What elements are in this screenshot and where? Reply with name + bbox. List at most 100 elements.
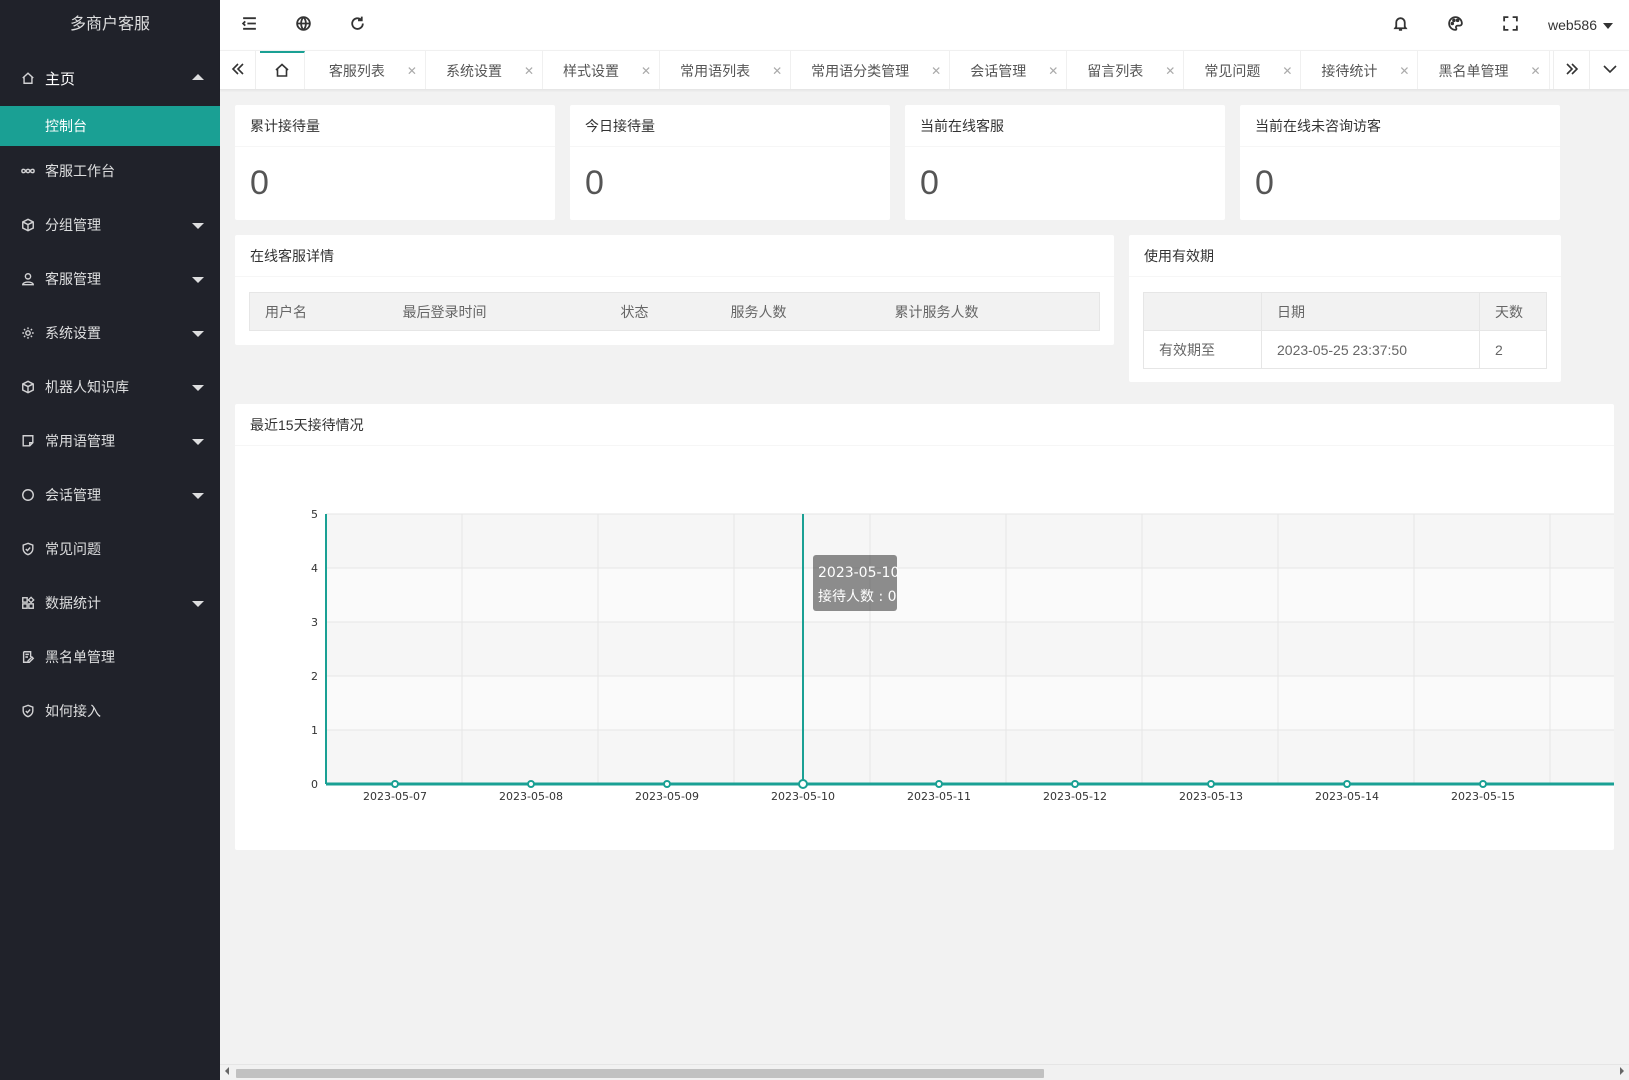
stat-value: 0 xyxy=(250,164,269,202)
data-point xyxy=(1479,780,1487,788)
close-icon[interactable]: ✕ xyxy=(524,64,534,78)
scroll-right-arrow-icon[interactable] xyxy=(1620,1067,1624,1075)
data-point xyxy=(663,780,671,788)
tab-label: 常见问题 xyxy=(1204,62,1261,79)
stat-value: 0 xyxy=(585,164,604,202)
chart-grid-band xyxy=(326,568,1614,622)
y-tick-label: 5 xyxy=(311,508,318,521)
stat-title: 今日接待量 xyxy=(570,105,890,147)
close-icon[interactable]: ✕ xyxy=(772,64,782,78)
data-point xyxy=(798,779,808,789)
scroll-left-arrow-icon[interactable] xyxy=(225,1067,229,1075)
sidebar-item-9[interactable]: 黑名单管理 xyxy=(0,630,220,684)
sidebar-item-label: 如何接入 xyxy=(45,703,101,719)
theme-icon xyxy=(1447,15,1464,35)
sidebar-item-console[interactable]: 控制台 xyxy=(0,106,220,146)
chart-tooltip: 2023-05-10 接待人数 : 0 xyxy=(813,555,899,611)
caret-down-icon xyxy=(192,223,204,229)
globe-button[interactable] xyxy=(275,0,331,50)
sidebar-item-0[interactable]: 客服工作台 xyxy=(0,144,220,198)
tab-1[interactable]: 系统设置 ✕ xyxy=(426,51,544,89)
data-point xyxy=(527,780,535,788)
tab-2[interactable]: 样式设置 ✕ xyxy=(543,51,661,89)
sidebar-item-8[interactable]: 数据统计 xyxy=(0,576,220,630)
x-tick-label: 2023-05-11 xyxy=(907,790,971,803)
validity-days: 2 xyxy=(1479,330,1547,369)
sidebar-item-3[interactable]: 系统设置 xyxy=(0,306,220,360)
tab-4[interactable]: 常用语分类管理 ✕ xyxy=(791,51,951,89)
data-point xyxy=(1207,780,1215,788)
data-point xyxy=(935,780,943,788)
stat-title: 累计接待量 xyxy=(235,105,555,147)
x-tick-label: 2023-05-13 xyxy=(1179,790,1243,803)
sidebar-item-6[interactable]: 会话管理 xyxy=(0,468,220,522)
close-icon[interactable]: ✕ xyxy=(407,64,417,78)
menu-toggle-button[interactable] xyxy=(221,0,277,50)
data-point xyxy=(1343,780,1351,788)
caret-down-icon xyxy=(192,385,204,391)
note-icon xyxy=(20,433,36,449)
sidebar-item-2[interactable]: 客服管理 xyxy=(0,252,220,306)
theme-button[interactable] xyxy=(1427,0,1483,50)
tab-home[interactable] xyxy=(260,51,305,89)
sidebar-item-1[interactable]: 分组管理 xyxy=(0,198,220,252)
stat-card-3: 当前在线未咨询访客 0 xyxy=(1240,105,1560,220)
user-menu[interactable]: web586 xyxy=(1548,0,1613,50)
x-tick-label: 2023-05-10 xyxy=(771,790,835,803)
sidebar-item-home[interactable]: 主页 xyxy=(0,50,220,106)
close-icon[interactable]: ✕ xyxy=(1282,64,1292,78)
caret-down-icon xyxy=(192,277,204,283)
home-icon xyxy=(20,70,36,86)
chart-grid-band xyxy=(326,676,1614,730)
tab-6[interactable]: 留言列表 ✕ xyxy=(1067,51,1185,89)
validity-table: 日期 天数 有效期至 2023-05-25 23:37:50 2 xyxy=(1143,292,1547,369)
tab-label: 系统设置 xyxy=(445,62,502,79)
tabs-scroll-left-button[interactable] xyxy=(220,51,256,89)
close-icon[interactable]: ✕ xyxy=(641,64,651,78)
tab-label: 常用语分类管理 xyxy=(811,62,910,79)
caret-down-icon xyxy=(192,439,204,445)
refresh-button[interactable] xyxy=(329,0,385,50)
sidebar-item-label: 分组管理 xyxy=(45,217,101,233)
gear-icon xyxy=(20,325,36,341)
sidebar-item-10[interactable]: 如何接入 xyxy=(0,684,220,738)
table-row: 有效期至 2023-05-25 23:37:50 2 xyxy=(1143,330,1547,369)
validity-col-date: 日期 xyxy=(1261,292,1480,331)
tab-8[interactable]: 接待统计 ✕ xyxy=(1301,51,1419,89)
tab-3[interactable]: 常用语列表 ✕ xyxy=(660,51,792,89)
close-icon[interactable]: ✕ xyxy=(1048,64,1058,78)
tooltip-date: 2023-05-10 xyxy=(818,565,899,581)
sidebar-item-label: 客服工作台 xyxy=(45,163,115,179)
scrollbar-thumb[interactable] xyxy=(236,1069,1044,1078)
close-icon[interactable]: ✕ xyxy=(931,64,941,78)
horizontal-scrollbar[interactable] xyxy=(220,1064,1629,1080)
tab-0[interactable]: 客服列表 ✕ xyxy=(309,51,426,89)
home-icon xyxy=(274,62,290,81)
cube-icon xyxy=(20,217,36,233)
cube-icon xyxy=(20,379,36,395)
online-detail-col-2: 状态 xyxy=(605,292,716,331)
tab-7[interactable]: 常见问题 ✕ xyxy=(1184,51,1302,89)
tabs-scroll-right-button[interactable] xyxy=(1553,51,1589,89)
x-tick-label: 2023-05-14 xyxy=(1315,790,1379,803)
tabs-menu-button[interactable] xyxy=(1589,51,1629,89)
close-icon[interactable]: ✕ xyxy=(1399,64,1409,78)
sidebar-item-label: 黑名单管理 xyxy=(45,649,115,665)
caret-down-icon xyxy=(192,331,204,337)
tab-5[interactable]: 会话管理 ✕ xyxy=(950,51,1068,89)
data-point xyxy=(391,780,399,788)
sidebar-item-4[interactable]: 机器人知识库 xyxy=(0,360,220,414)
tab-9[interactable]: 黑名单管理 ✕ xyxy=(1418,51,1550,89)
fullscreen-button[interactable] xyxy=(1482,0,1538,50)
close-icon[interactable]: ✕ xyxy=(1165,64,1175,78)
close-icon[interactable]: ✕ xyxy=(1530,64,1540,78)
link-icon xyxy=(20,163,36,179)
sidebar-item-5[interactable]: 常用语管理 xyxy=(0,414,220,468)
tabs-bar: 客服列表 ✕ 系统设置 ✕ 样式设置 ✕ 常用语列表 ✕ 常用语分类管理 ✕ 会话管理 ✕ 留言列表 ✕ 常… xyxy=(220,50,1629,90)
notification-button[interactable] xyxy=(1372,0,1428,50)
stat-title: 当前在线客服 xyxy=(905,105,1225,147)
validity-date: 2023-05-25 23:37:50 xyxy=(1261,330,1480,369)
validity-label: 有效期至 xyxy=(1143,330,1262,369)
sidebar-item-7[interactable]: 常见问题 xyxy=(0,522,220,576)
stat-title: 当前在线未咨询访客 xyxy=(1240,105,1560,147)
